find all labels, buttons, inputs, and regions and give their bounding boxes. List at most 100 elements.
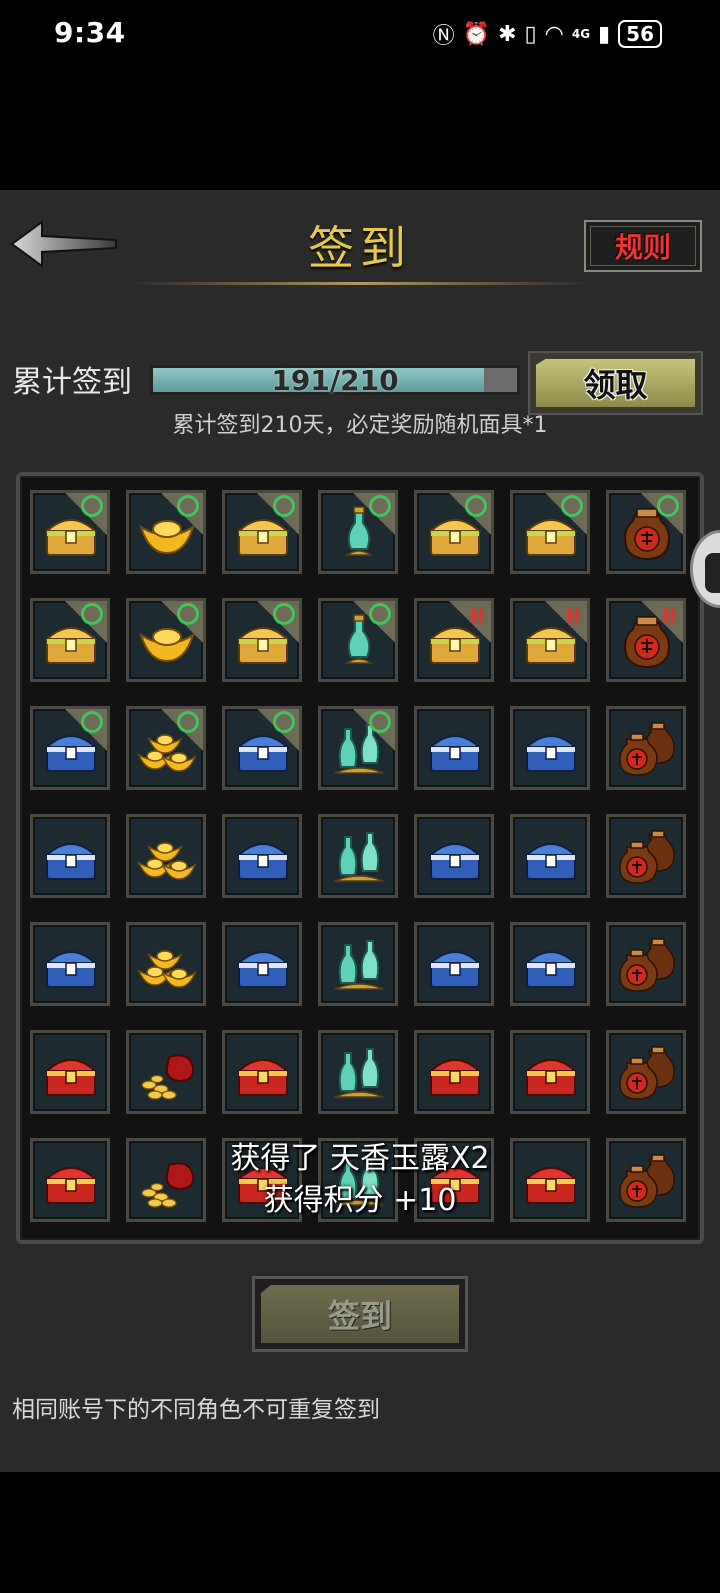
reward-grid-frame: 补 补 补 获得了 天香玉露X2 获得积分 +10 <box>16 472 704 1244</box>
reward-cell[interactable] <box>30 922 110 1006</box>
signed-ring <box>81 711 103 733</box>
reward-cell[interactable] <box>606 1030 686 1114</box>
reward-cell[interactable] <box>30 706 110 790</box>
reward-cell[interactable] <box>318 1030 398 1114</box>
reward-cell[interactable] <box>510 814 590 898</box>
wifi-icon: ◠ <box>544 21 564 47</box>
reward-grid: 补补补 <box>30 490 686 1222</box>
footer-note: 相同账号下的不同角色不可重复签到 <box>12 1397 380 1423</box>
signed-check-icon <box>81 603 103 625</box>
vibrate-icon: ▯ <box>524 21 537 47</box>
gold-ingots-icon <box>135 933 199 997</box>
reward-cell[interactable] <box>606 490 686 574</box>
reward-cell[interactable] <box>318 922 398 1006</box>
progress-note: 累计签到210天，必定奖励随机面具*1 <box>172 413 548 438</box>
reward-cell[interactable] <box>126 1030 206 1114</box>
status-time: 9:34 <box>54 16 126 49</box>
progress-bar: 191/210 <box>150 364 520 397</box>
reward-cell[interactable] <box>222 490 302 574</box>
toast-line-2: 获得积分 +10 <box>263 1183 457 1218</box>
signed-ring <box>273 711 295 733</box>
signed-check-icon <box>465 495 487 517</box>
sign-in-button[interactable]: 签到 <box>252 1276 468 1352</box>
network-label: 4G <box>571 27 591 41</box>
reward-cell[interactable] <box>606 814 686 898</box>
signed-ring <box>369 603 391 625</box>
signed-ring <box>81 603 103 625</box>
claim-label: 领取 <box>583 366 648 404</box>
progress-text: 191/210 <box>271 364 399 397</box>
wine-jars-icon <box>615 825 679 889</box>
red-chest-icon <box>423 1041 487 1105</box>
reward-cell[interactable] <box>222 1030 302 1114</box>
reward-cell[interactable] <box>414 1030 494 1114</box>
title-divider <box>130 282 590 285</box>
status-icons: Ⓝ ⏰ ✱ ▯ ◠ 4G ▮ 56 <box>433 18 662 50</box>
reward-cell[interactable] <box>222 706 302 790</box>
reward-cell[interactable] <box>414 490 494 574</box>
rules-button[interactable]: 规则 <box>584 220 702 272</box>
reward-cell[interactable] <box>222 922 302 1006</box>
reward-cell[interactable] <box>414 706 494 790</box>
blue-chest-icon <box>519 717 583 781</box>
blue-chest-icon <box>519 825 583 889</box>
sign-in-label: 签到 <box>327 1297 392 1335</box>
reward-cell[interactable] <box>318 814 398 898</box>
red-chest-icon <box>39 1041 103 1105</box>
reward-cell[interactable] <box>126 598 206 682</box>
signed-ring <box>81 495 103 517</box>
claim-button[interactable]: 领取 <box>528 351 703 415</box>
reward-cell[interactable] <box>510 706 590 790</box>
reward-cell[interactable] <box>126 490 206 574</box>
reward-cell[interactable] <box>222 598 302 682</box>
blue-chest-icon <box>39 933 103 997</box>
reward-cell[interactable] <box>126 814 206 898</box>
signed-check-icon <box>177 495 199 517</box>
reward-cell[interactable] <box>606 922 686 1006</box>
red-chest-icon <box>231 1041 295 1105</box>
signed-ring <box>369 495 391 517</box>
reward-cell[interactable] <box>414 814 494 898</box>
signed-check-icon <box>369 495 391 517</box>
reward-cell[interactable] <box>510 922 590 1006</box>
reward-cell[interactable]: 补 <box>414 598 494 682</box>
signed-ring <box>177 495 199 517</box>
alarm-icon: ⏰ <box>462 21 491 47</box>
reward-cell[interactable] <box>318 490 398 574</box>
reward-cell[interactable] <box>222 814 302 898</box>
signed-check-icon <box>369 711 391 733</box>
reward-cell[interactable] <box>318 706 398 790</box>
signed-check-icon <box>81 711 103 733</box>
blue-chest-icon <box>231 825 295 889</box>
blue-chest-icon <box>519 933 583 997</box>
header: 签到 规则 <box>0 190 720 305</box>
signed-ring <box>657 495 679 517</box>
reward-cell[interactable] <box>510 490 590 574</box>
signed-ring <box>465 495 487 517</box>
money-bag-icon <box>135 1041 199 1105</box>
reward-cell[interactable]: 补 <box>606 598 686 682</box>
status-bar: 9:34 Ⓝ ⏰ ✱ ▯ ◠ 4G ▮ 56 <box>0 0 720 190</box>
reward-cell[interactable] <box>510 1030 590 1114</box>
reward-cell[interactable] <box>30 1030 110 1114</box>
reward-cell[interactable] <box>30 814 110 898</box>
signed-check-icon <box>273 711 295 733</box>
reward-cell[interactable] <box>126 706 206 790</box>
reward-cell[interactable] <box>318 598 398 682</box>
reward-cell[interactable] <box>414 922 494 1006</box>
gold-ingots-icon <box>135 825 199 889</box>
blue-chest-icon <box>39 825 103 889</box>
jade-bottles-icon <box>327 933 391 997</box>
reward-toast: 获得了 天香玉露X2 获得积分 +10 <box>20 1138 700 1222</box>
red-chest-icon <box>519 1041 583 1105</box>
reward-cell[interactable] <box>30 598 110 682</box>
signed-ring <box>177 711 199 733</box>
reward-cell[interactable] <box>126 922 206 1006</box>
reward-cell[interactable]: 补 <box>510 598 590 682</box>
makeup-mark: 补 <box>661 607 679 628</box>
wine-jars-icon <box>615 933 679 997</box>
wine-jars-icon <box>615 1041 679 1105</box>
rules-label: 规则 <box>614 231 671 264</box>
reward-cell[interactable] <box>30 490 110 574</box>
reward-cell[interactable] <box>606 706 686 790</box>
